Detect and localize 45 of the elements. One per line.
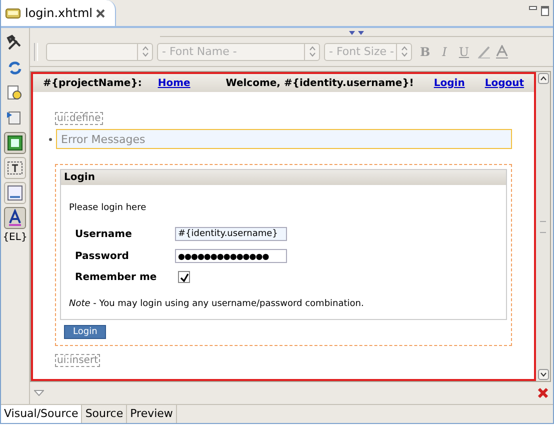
- username-field[interactable]: #{identity.username}: [175, 227, 287, 242]
- minimize-icon[interactable]: [529, 6, 537, 11]
- view-tab[interactable]: Visual/Source: [1, 405, 82, 423]
- el-button[interactable]: {EL}: [2, 232, 28, 243]
- scroll-up-icon[interactable]: [538, 73, 548, 84]
- welcome-text: Welcome, #{identity.username}!: [226, 78, 414, 89]
- scrollbar[interactable]: [536, 72, 550, 382]
- panel-title: Login: [61, 170, 506, 186]
- header-link[interactable]: Logout: [484, 78, 524, 89]
- page-search-icon[interactable]: [6, 84, 24, 102]
- text-box-icon[interactable]: [6, 159, 24, 177]
- editor-tab[interactable]: login.xhtml: [1, 0, 116, 26]
- note-text: Note - You may login using any username/password combination.: [69, 299, 365, 310]
- intro-text: Please login here: [69, 203, 148, 214]
- view-tab[interactable]: Source: [82, 405, 128, 423]
- spinner-icon: [308, 46, 316, 58]
- checkbox[interactable]: [178, 271, 190, 284]
- font-color-icon[interactable]: [495, 44, 510, 59]
- view-tab[interactable]: Preview: [127, 405, 177, 423]
- refresh-icon[interactable]: [6, 59, 24, 77]
- login-button[interactable]: Login: [64, 325, 106, 340]
- close-icon[interactable]: [96, 8, 106, 18]
- field-label: Password: [75, 250, 130, 262]
- panel-icon[interactable]: [6, 184, 24, 202]
- define-tag: ui:define: [55, 112, 103, 126]
- field-label: Remember me: [75, 272, 158, 283]
- project-name: #{projectName}:: [43, 78, 142, 89]
- check-icon: [180, 272, 188, 282]
- field-label: Username: [75, 228, 133, 240]
- home-link[interactable]: Home: [158, 78, 190, 89]
- header-link[interactable]: Login: [434, 78, 465, 89]
- collapse-icon[interactable]: [348, 30, 364, 36]
- scroll-down-icon[interactable]: [538, 369, 548, 380]
- image-icon[interactable]: [6, 134, 24, 152]
- expand-icon[interactable]: [34, 390, 44, 396]
- spinner-icon: [142, 46, 148, 58]
- maximize-icon[interactable]: [541, 6, 549, 16]
- file-icon: [5, 7, 21, 19]
- letter-a-icon[interactable]: [6, 209, 24, 227]
- insert-tag: ui:insert: [55, 354, 100, 368]
- spinner-icon: [400, 46, 408, 58]
- delete-icon[interactable]: [537, 387, 549, 400]
- error-messages: Error Messages: [56, 129, 512, 150]
- bullet: [49, 138, 52, 141]
- password-field[interactable]: ●●●●●●●●●●●●●●: [175, 249, 287, 264]
